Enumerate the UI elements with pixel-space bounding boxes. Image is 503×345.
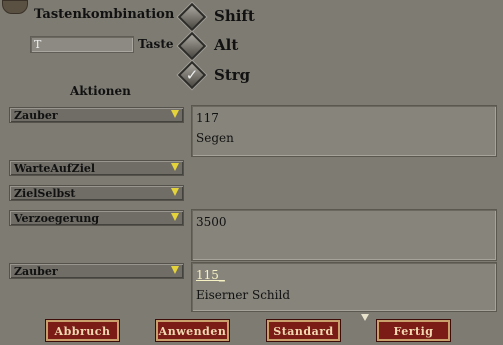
alt-label: Alt: [214, 36, 239, 54]
action-type-label: Zauber: [14, 109, 58, 122]
corner-bolt-icon: [2, 0, 28, 14]
action-type-dropdown-3[interactable]: ZielSelbst: [9, 185, 184, 201]
alt-checkbox[interactable]: [177, 31, 207, 61]
action-type-dropdown-4[interactable]: Verzoegerung: [9, 210, 184, 226]
shift-checkbox[interactable]: [177, 2, 207, 32]
action-type-label: WarteAufZiel: [14, 162, 96, 175]
action-type-label: Zauber: [14, 265, 58, 278]
action-type-label: ZielSelbst: [14, 187, 76, 200]
hotkey-title: Tastenkombination: [34, 7, 175, 22]
dropdown-arrow-icon: [171, 213, 179, 221]
dropdown-arrow-icon: [171, 188, 179, 196]
param-line: Segen: [196, 131, 234, 145]
apply-button[interactable]: Anwenden: [156, 320, 229, 341]
param-line: Eiserner Schild: [196, 288, 291, 302]
dropdown-arrow-icon: [171, 110, 179, 118]
action-params-5[interactable]: 115_ Eiserner Schild: [191, 262, 497, 312]
action-params-4[interactable]: 3500: [191, 209, 497, 261]
default-button[interactable]: Standard: [267, 320, 340, 341]
param-line-active: 115_: [196, 268, 225, 282]
param-line: 3500: [196, 215, 227, 229]
cancel-button[interactable]: Abbruch: [46, 320, 119, 341]
dropdown-arrow-icon: [171, 163, 179, 171]
key-label: Taste: [138, 37, 174, 51]
dropdown-arrow-icon: [171, 266, 179, 274]
shift-label: Shift: [214, 7, 255, 25]
actions-heading: Aktionen: [70, 84, 131, 98]
done-button[interactable]: Fertig: [377, 320, 450, 341]
key-input[interactable]: T: [30, 36, 134, 53]
action-type-dropdown-2[interactable]: WarteAufZiel: [9, 160, 184, 176]
action-type-label: Verzoegerung: [14, 212, 100, 225]
action-type-dropdown-5[interactable]: Zauber: [9, 263, 184, 279]
check-icon: ✓: [185, 66, 199, 84]
strg-label: Strg: [214, 66, 251, 84]
scroll-down-arrow-icon[interactable]: [361, 314, 369, 321]
param-line: 117: [196, 111, 219, 125]
action-type-dropdown-1[interactable]: Zauber: [9, 107, 184, 123]
action-params-1[interactable]: 117 Segen: [191, 105, 497, 157]
